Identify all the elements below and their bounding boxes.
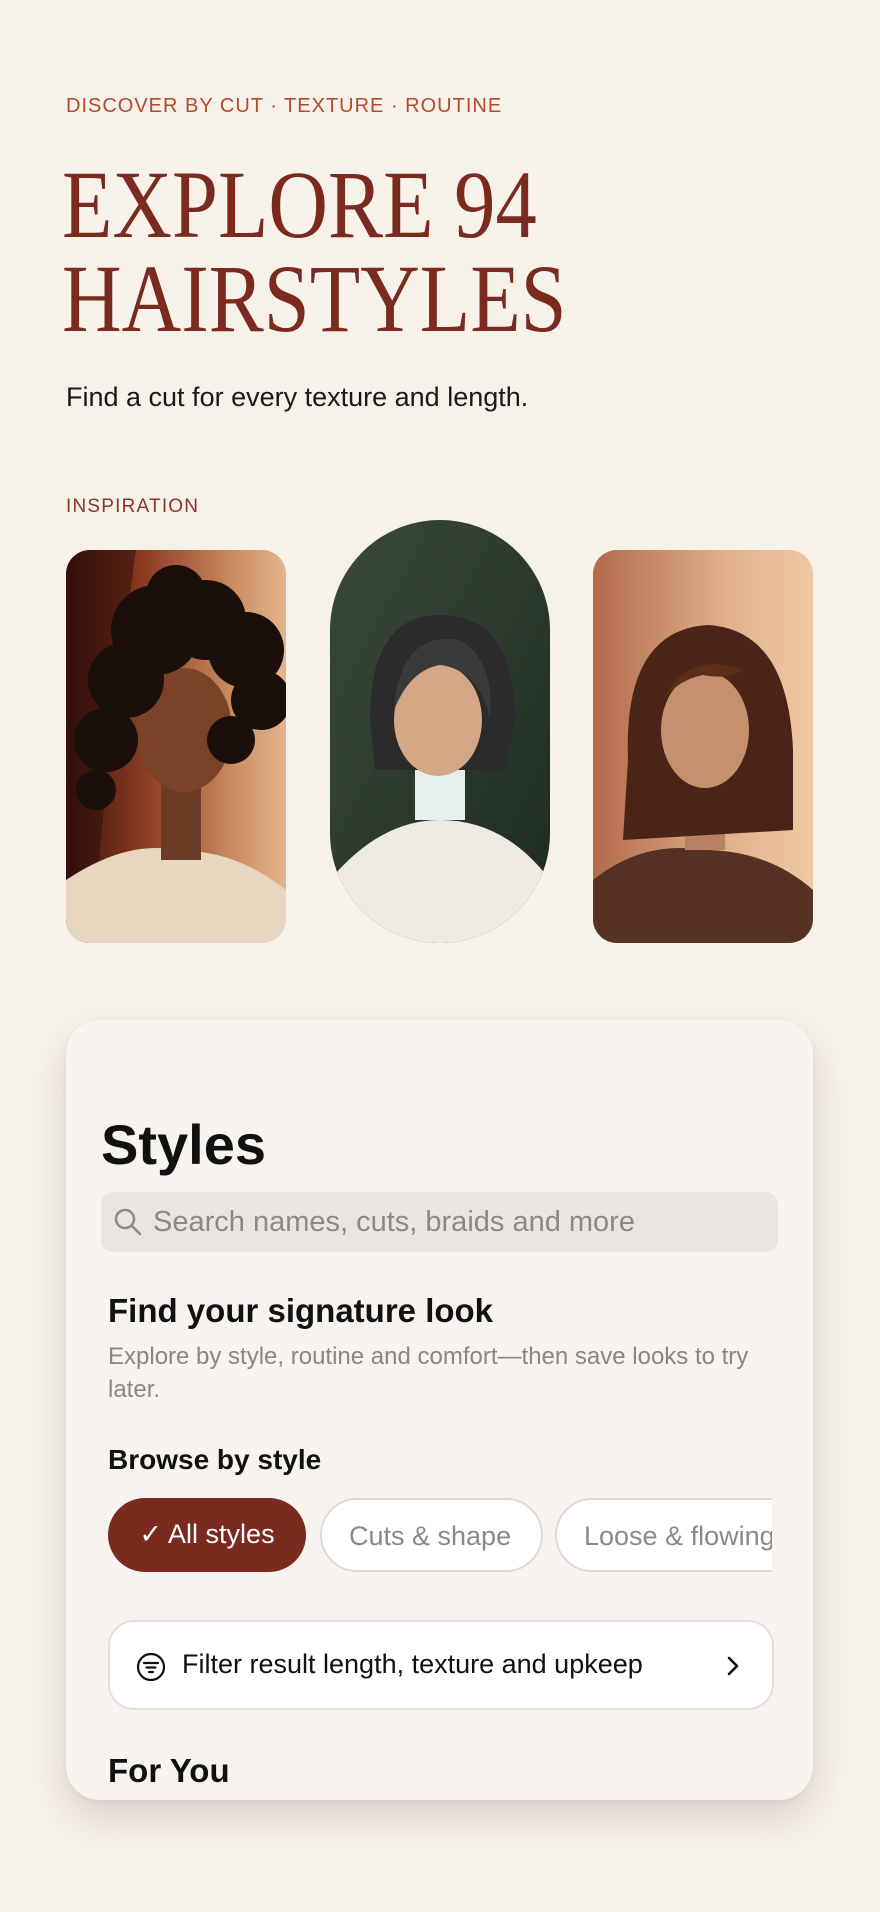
search-placeholder: Search names, cuts, braids and more — [153, 1206, 635, 1238]
chip-all-styles[interactable]: ✓ All styles — [108, 1498, 306, 1572]
hero-eyebrow: DISCOVER BY CUT · TEXTURE · ROUTINE — [66, 95, 503, 117]
chip-cuts-shape[interactable]: Cuts & shape — [320, 1498, 543, 1572]
search-input[interactable]: Search names, cuts, braids and more — [101, 1192, 778, 1252]
styles-card: Styles Search names, cuts, braids and mo… — [66, 1020, 813, 1800]
browse-by-style-label: Browse by style — [108, 1444, 322, 1475]
filter-button[interactable]: Filter result length, texture and upkeep — [108, 1620, 774, 1710]
signature-title: Find your signature look — [108, 1292, 494, 1329]
for-you-heading: For You — [108, 1752, 230, 1789]
portrait-wavy[interactable] — [593, 550, 813, 943]
hero-subtitle: Find a cut for every texture and length. — [66, 382, 529, 412]
filter-icon — [136, 1652, 166, 1682]
signature-description: Explore by style, routine and comfort—th… — [108, 1343, 749, 1403]
chevron-right-icon — [727, 1656, 739, 1676]
filter-label: Filter result length, texture and upkeep — [182, 1649, 643, 1679]
hero-title-line-1: EXPLORE 94 — [62, 151, 537, 258]
search-icon — [114, 1208, 142, 1236]
portrait-curly[interactable] — [66, 550, 286, 943]
chip-loose-flowing[interactable]: Loose & flowing — [555, 1498, 772, 1572]
inspiration-label: INSPIRATION — [66, 496, 200, 517]
portrait-bob[interactable] — [330, 520, 550, 943]
hero-title: EXPLORE 94 HAIRSTYLES — [62, 151, 567, 352]
styles-title: Styles — [101, 1113, 266, 1176]
style-chips: ✓ All styles Cuts & shape Loose & flowin… — [108, 1498, 772, 1578]
hero-title-line-2: HAIRSTYLES — [62, 245, 567, 352]
